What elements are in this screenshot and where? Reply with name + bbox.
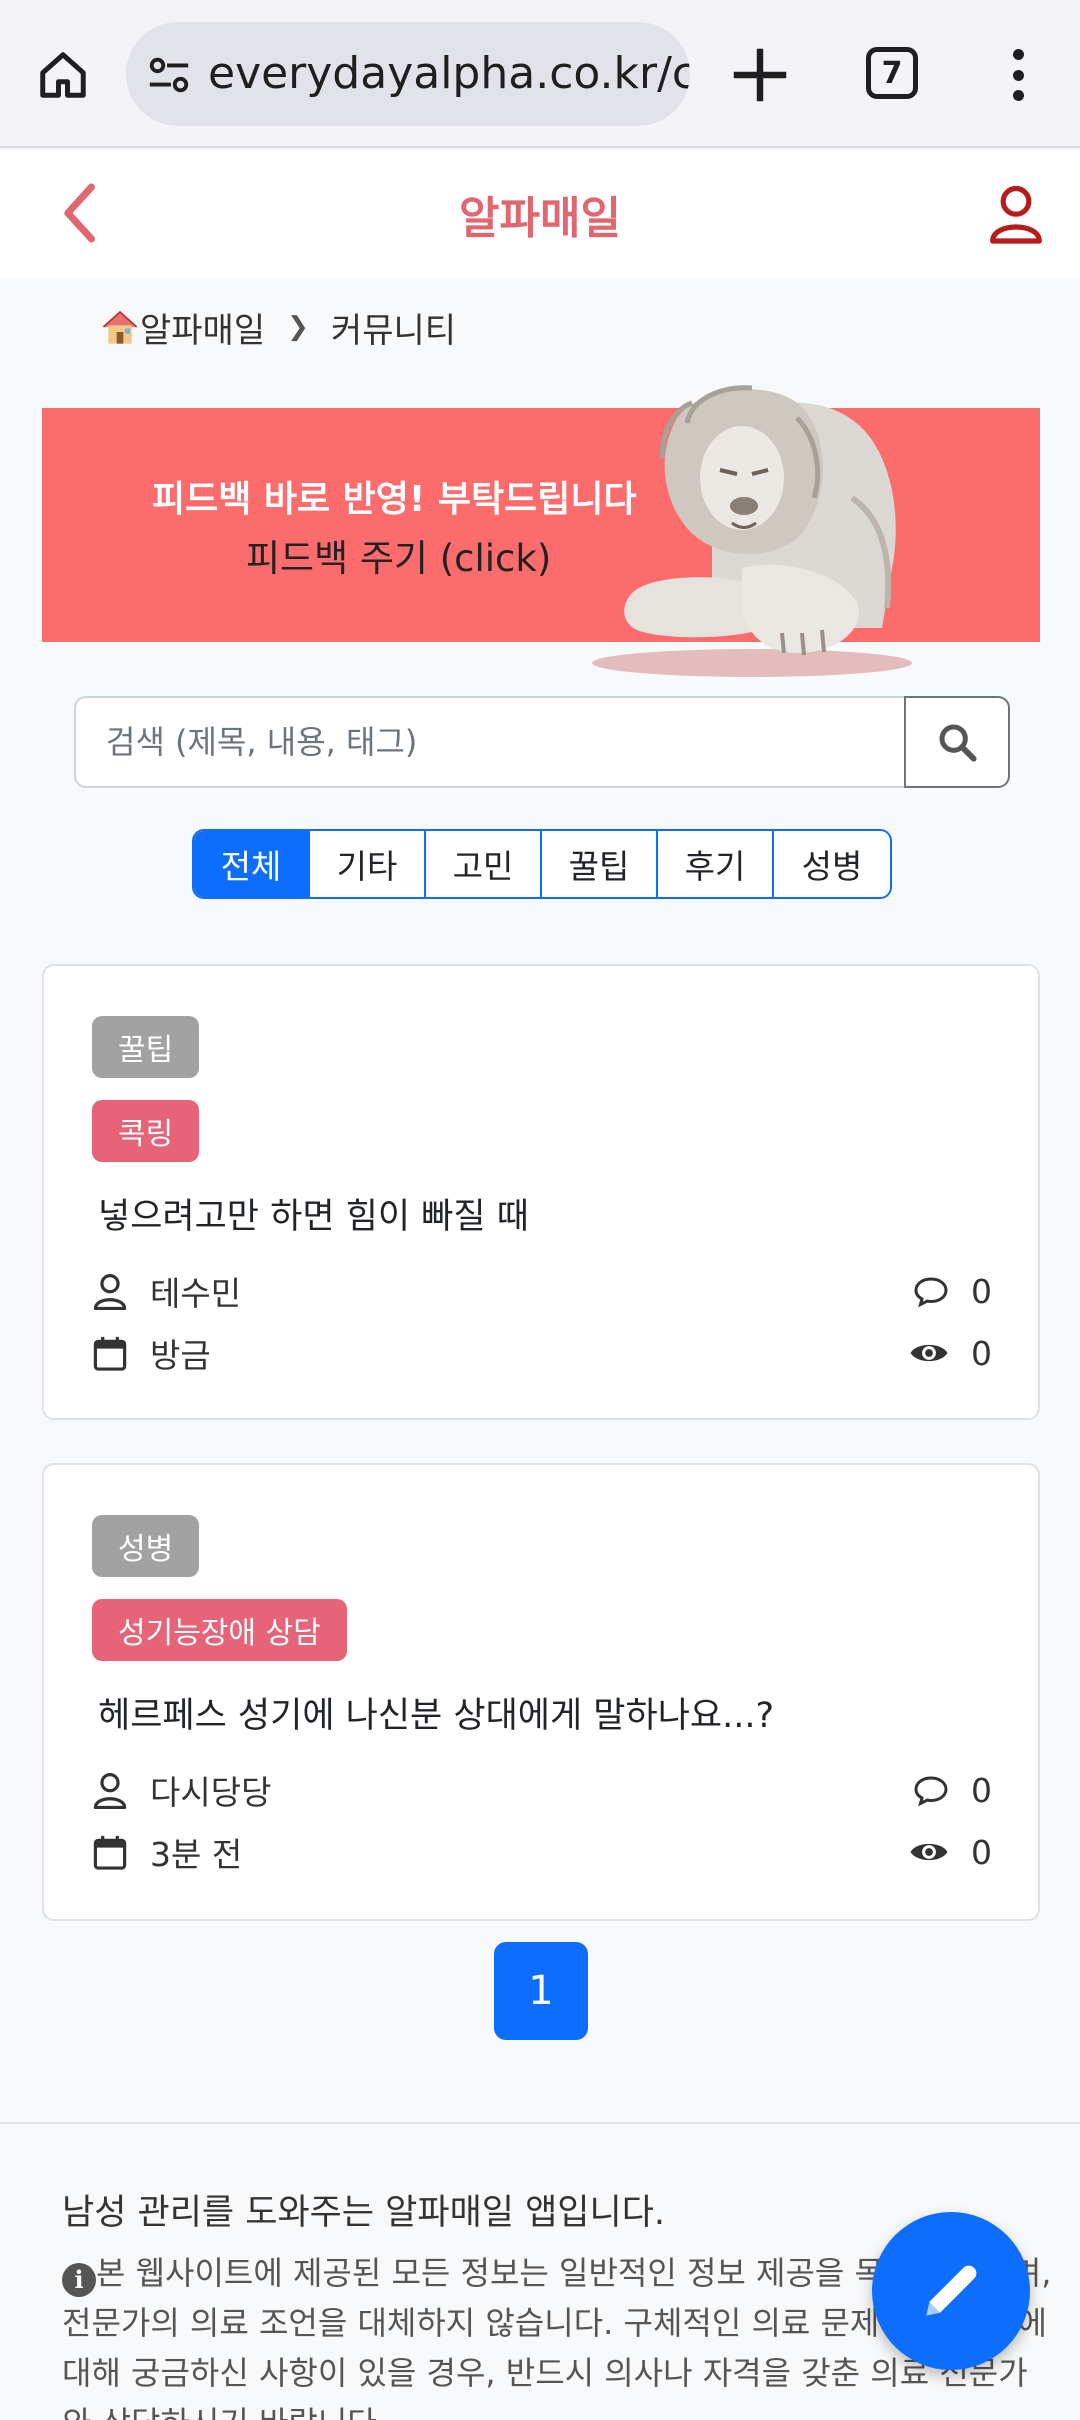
category-all[interactable]: 전체 — [194, 831, 310, 897]
breadcrumb-current: 커뮤니티 — [330, 310, 457, 351]
post-card[interactable]: 꿀팁 콕링 넣으려고만 하면 힘이 빠질 때 테수민 0 방금 0 — [42, 964, 1040, 1420]
category-badge: 꿀팁 — [92, 1016, 200, 1078]
footer-description: 남성 관리를 도와주는 알파매일 앱입니다. — [62, 2193, 666, 2233]
app-title[interactable]: 알파매일 — [0, 182, 1080, 246]
category-review[interactable]: 후기 — [658, 831, 774, 897]
tag-badge[interactable]: 성기능장애 상담 — [92, 1599, 347, 1661]
chevron-right-icon: ❯ — [287, 312, 309, 342]
breadcrumb: 알파매일 ❯ 커뮤니티 — [100, 302, 456, 352]
comment-count: 0 — [971, 1770, 992, 1810]
tag-badge[interactable]: 콕링 — [92, 1100, 200, 1162]
tab-switcher-button[interactable]: 7 — [866, 47, 918, 99]
post-time: 방금 — [150, 1336, 211, 1375]
url-text: everydayalpha.co.kr/c — [208, 48, 690, 99]
category-filter: 전체 기타 고민 꿀팁 후기 성병 — [192, 829, 892, 899]
write-post-button[interactable] — [872, 2212, 1030, 2370]
feedback-banner[interactable]: 피드백 바로 반영! 부탁드립니다 피드백 주기 (click) — [42, 385, 1040, 677]
banner-headline: 피드백 바로 반영! 부탁드립니다 — [152, 479, 637, 520]
more-menu-icon[interactable] — [1000, 45, 1036, 105]
info-icon: i — [62, 2263, 96, 2297]
page-1-button[interactable]: 1 — [494, 1942, 588, 2040]
app-header: 알파매일 — [0, 150, 1080, 278]
pencil-icon — [926, 2265, 977, 2316]
category-std[interactable]: 성병 — [774, 831, 890, 897]
view-count: 0 — [971, 1832, 992, 1872]
search-button[interactable] — [904, 696, 1010, 788]
search-input[interactable] — [74, 696, 906, 788]
post-author: 테수민 — [150, 1274, 242, 1313]
new-tab-icon[interactable] — [725, 40, 795, 110]
comment-icon — [914, 1776, 948, 1807]
breadcrumb-home[interactable]: 알파매일 — [140, 303, 265, 352]
user-profile-icon[interactable] — [988, 182, 1044, 244]
author-icon — [93, 1274, 127, 1310]
search-bar — [74, 696, 1010, 788]
lion-mascot-image — [592, 385, 912, 677]
post-card[interactable]: 성병 성기능장애 상담 헤르페스 성기에 나신분 상대에게 말하나요...? 다… — [42, 1463, 1040, 1921]
banner-link[interactable]: 피드백 주기 (click) — [246, 528, 551, 582]
site-settings-icon[interactable] — [146, 52, 192, 98]
category-tips[interactable]: 꿀팁 — [542, 831, 658, 897]
house-icon — [102, 310, 138, 344]
calendar-icon — [93, 1336, 127, 1371]
post-author: 다시당당 — [150, 1773, 272, 1812]
category-worry[interactable]: 고민 — [426, 831, 542, 897]
home-icon[interactable] — [30, 42, 96, 108]
category-etc[interactable]: 기타 — [310, 831, 426, 897]
comment-icon — [914, 1277, 948, 1308]
search-icon — [939, 724, 977, 762]
browser-toolbar: everydayalpha.co.kr/c 7 — [0, 0, 1080, 148]
calendar-icon — [93, 1835, 127, 1870]
category-badge: 성병 — [92, 1515, 200, 1577]
address-bar[interactable]: everydayalpha.co.kr/c — [126, 22, 690, 126]
post-title[interactable]: 헤르페스 성기에 나신분 상대에게 말하나요...? — [98, 1687, 774, 1738]
post-time: 3분 전 — [150, 1835, 243, 1874]
author-icon — [93, 1773, 127, 1809]
comment-count: 0 — [971, 1271, 992, 1311]
post-title[interactable]: 넣으려고만 하면 힘이 빠질 때 — [98, 1188, 529, 1239]
eye-icon — [910, 1843, 948, 1861]
eye-icon — [910, 1344, 948, 1362]
view-count: 0 — [971, 1333, 992, 1373]
